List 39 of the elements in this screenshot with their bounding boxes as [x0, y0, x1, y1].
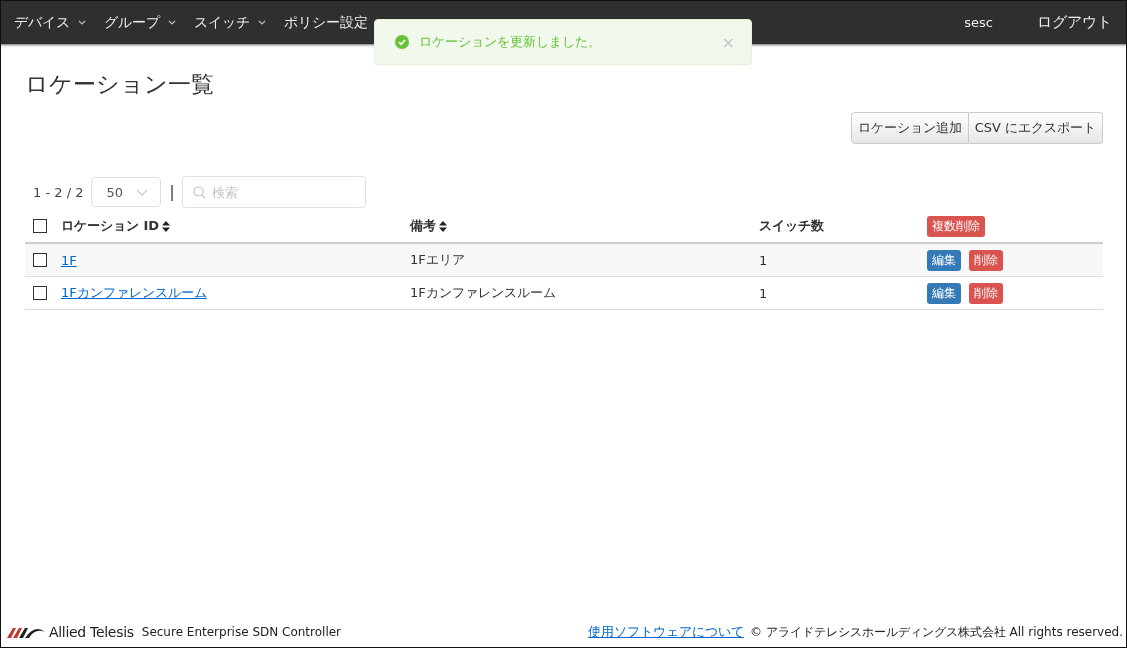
page-size-select[interactable]: 50: [91, 177, 162, 207]
user-name: sesc: [964, 15, 993, 30]
copyright-text: © アライドテレシスホールディングス株式会社 All rights reserved.: [749, 623, 1123, 641]
checkbox[interactable]: [33, 253, 47, 267]
table-cell: 1Fエリア: [410, 251, 465, 269]
separator-text: |: [169, 183, 175, 201]
edit-button[interactable]: 編集: [927, 282, 961, 304]
logo-mark-icon: [7, 626, 45, 638]
location-link[interactable]: 1Fカンファレンスルーム: [61, 284, 207, 302]
nav-menu-item[interactable]: デバイス: [14, 13, 86, 32]
toast-message: ロケーションを更新しました。: [419, 33, 602, 51]
software-link[interactable]: 使用ソフトウェアについて: [587, 623, 744, 641]
checkbox[interactable]: [33, 219, 47, 233]
search-icon: [193, 185, 207, 199]
action-button[interactable]: ロケーション追加: [850, 112, 969, 144]
edit-button[interactable]: 編集: [927, 249, 961, 271]
delete-button[interactable]: 削除: [969, 249, 1003, 271]
nav-menu-item[interactable]: スイッチ: [194, 13, 266, 32]
search-field[interactable]: 検索: [182, 176, 367, 208]
delete-button[interactable]: 削除: [969, 282, 1003, 304]
check-circle-icon: [395, 35, 409, 49]
product-name: Secure Enterprise SDN Controller: [141, 625, 342, 639]
bulk-delete-button[interactable]: 複数削除: [927, 215, 985, 237]
column-header[interactable]: 備考: [410, 217, 436, 235]
action-button[interactable]: CSV にエクスポート: [968, 112, 1103, 144]
page-title: ロケーション一覧: [25, 70, 215, 99]
table-cell: 1: [759, 252, 768, 268]
location-link[interactable]: 1F: [61, 252, 77, 268]
nav-menu-item[interactable]: ポリシー設定: [284, 13, 368, 32]
table-cell: 1Fカンファレンスルーム: [410, 284, 556, 302]
checkbox[interactable]: [33, 286, 47, 300]
nav-menu-item[interactable]: グループ: [104, 13, 176, 32]
column-header: スイッチ数: [759, 217, 824, 235]
logo-text: Allied Telesis: [49, 624, 134, 640]
table-cell: 1: [759, 285, 768, 301]
logout-link[interactable]: ログアウト: [1037, 13, 1112, 32]
chevron-down-icon: [136, 188, 149, 196]
result-range: 1 - 2 / 2: [33, 184, 84, 200]
column-header[interactable]: ロケーション ID: [61, 217, 160, 235]
